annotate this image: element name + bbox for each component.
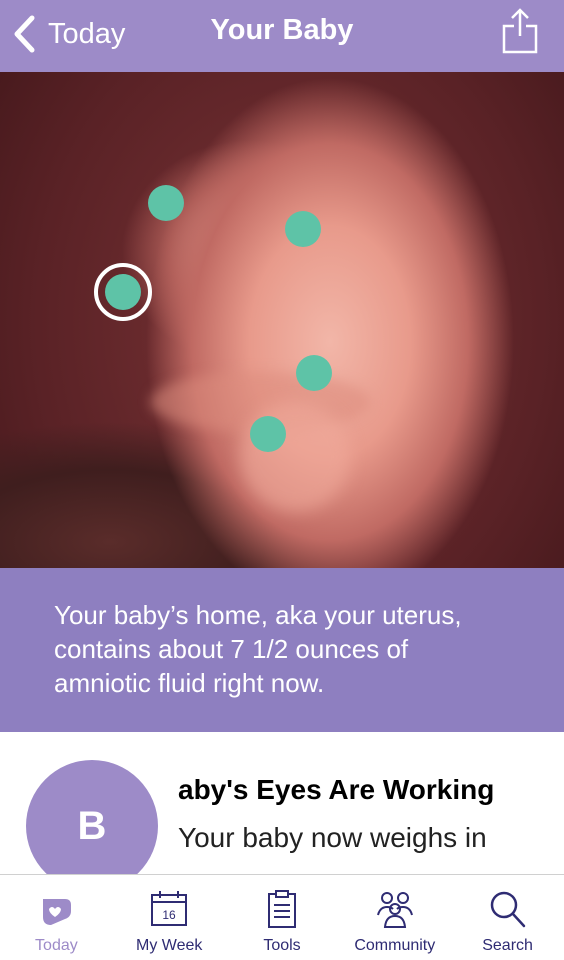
fact-text: Your baby’s home, aka your uterus, conta… xyxy=(54,600,462,698)
fact-banner: Your baby’s home, aka your uterus, conta… xyxy=(0,568,564,732)
share-button[interactable] xyxy=(500,6,540,56)
article-title: aby's Eyes Are Working xyxy=(178,774,495,805)
clipboard-icon xyxy=(267,890,296,928)
hotspot-c-selected[interactable] xyxy=(94,263,152,321)
tab-my-week[interactable]: 16 My Week xyxy=(113,875,226,960)
baby-illustration xyxy=(0,72,564,568)
back-button-label: Today xyxy=(48,17,126,50)
hotspot-a[interactable] xyxy=(148,185,184,221)
tab-my-week-label: My Week xyxy=(136,937,203,954)
search-icon xyxy=(490,891,525,928)
tab-search-label: Search xyxy=(482,937,533,954)
people-icon xyxy=(376,892,413,928)
avatar: B xyxy=(26,760,158,874)
nav-bar: Today Your Baby xyxy=(0,0,564,72)
tab-today[interactable]: Today xyxy=(0,875,113,960)
calendar-day: 16 xyxy=(163,908,177,922)
chevron-left-icon xyxy=(14,15,35,53)
calendar-icon: 16 xyxy=(151,891,188,926)
back-button[interactable]: Today xyxy=(12,12,125,56)
hotspot-b[interactable] xyxy=(285,211,321,247)
tab-tools[interactable]: Tools xyxy=(226,875,339,960)
tab-bar: Today 16 My Week Tools Community Search xyxy=(0,874,564,960)
hotspot-e[interactable] xyxy=(250,416,286,452)
tab-search[interactable]: Search xyxy=(451,875,564,960)
share-icon xyxy=(502,8,538,54)
article-excerpt: Your baby now weighs in xyxy=(178,822,487,853)
hotspot-core xyxy=(105,274,141,310)
tab-today-label: Today xyxy=(35,937,78,954)
article-card[interactable]: B aby's Eyes Are Working Your baby now w… xyxy=(0,732,564,874)
today-icon xyxy=(43,899,72,925)
tab-community-label: Community xyxy=(354,937,436,954)
tab-tools-label: Tools xyxy=(263,937,301,954)
tab-community[interactable]: Community xyxy=(338,875,451,960)
hotspot-d[interactable] xyxy=(296,355,332,391)
